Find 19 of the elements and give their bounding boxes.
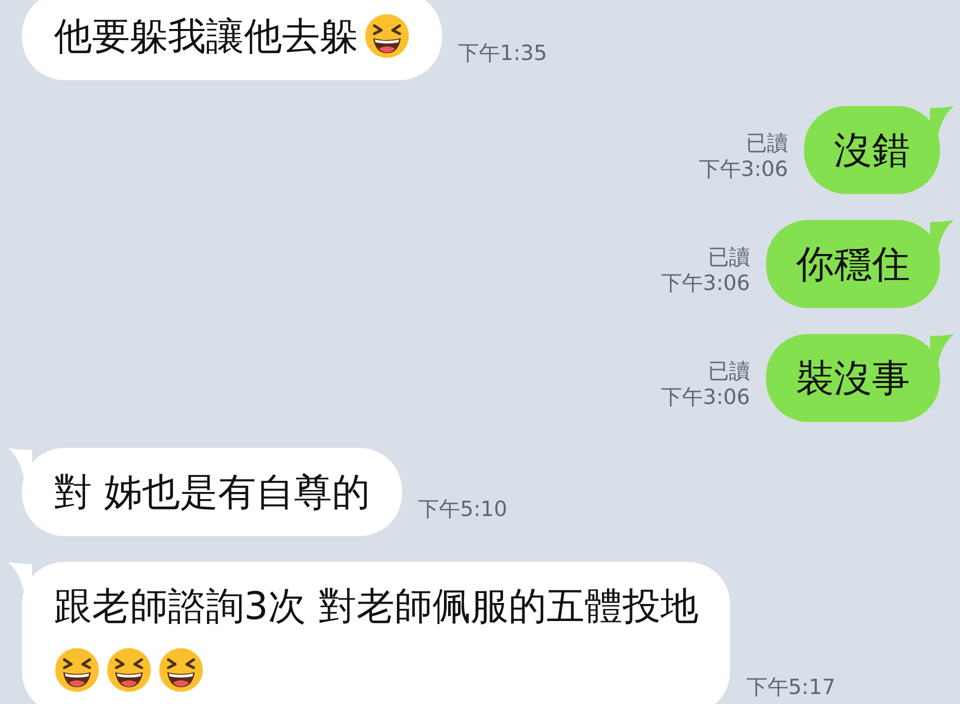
message-text: 他要躲我讓他去躲: [54, 13, 358, 60]
message-time: 下午3:06: [698, 156, 788, 182]
laughing-face-icon: [364, 13, 410, 59]
read-receipt: 已讀: [746, 130, 788, 156]
laughing-face-icon: [158, 647, 204, 693]
message-time: 下午5:10: [418, 496, 508, 522]
message-text: 沒錯: [834, 127, 910, 174]
message-text: 裝沒事: [796, 355, 910, 402]
message-text: 對 姊也是有自尊的: [54, 469, 370, 516]
message-text: 你穩住: [796, 241, 910, 288]
message-time: 下午1:35: [458, 40, 548, 66]
laughing-face-icon: [54, 647, 100, 693]
message-text: 跟老師諮詢3次 對老師佩服的五體投地: [54, 583, 698, 630]
read-receipt: 已讀: [708, 244, 750, 270]
message-time: 下午5:17: [746, 674, 836, 700]
read-receipt: 已讀: [708, 358, 750, 384]
laughing-face-icon: [106, 647, 152, 693]
message-time: 下午3:06: [660, 270, 750, 296]
message-time: 下午3:06: [660, 384, 750, 410]
